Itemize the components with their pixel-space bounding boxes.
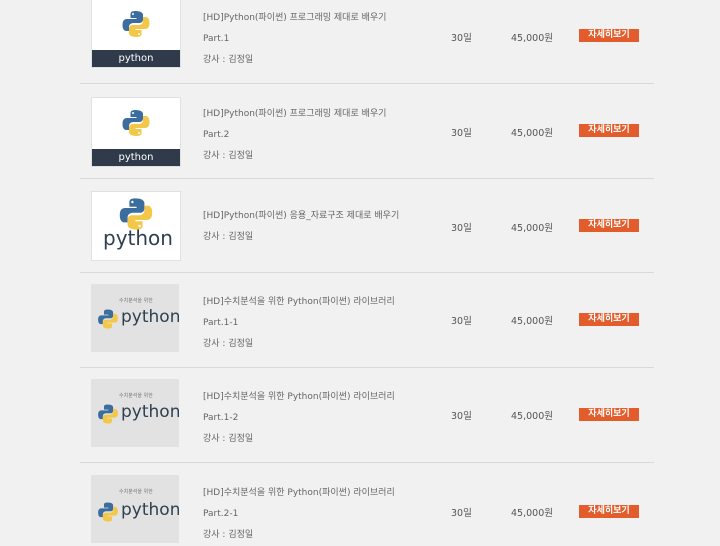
course-title[interactable]: [HD]Python(파이썬) 응용_자료구조 제대로 배우기: [203, 206, 399, 227]
course-instructor: 강사 : 김정일: [203, 232, 254, 242]
course-period: 30일: [451, 33, 472, 44]
course-period: 30일: [451, 508, 472, 519]
course-instructor: 강사 : 김정일: [203, 339, 254, 349]
course-info: [HD]수치분석을 위한 Python(파이썬) 라이브러리 Part.2-1 …: [203, 483, 395, 546]
detail-button[interactable]: 자세히보기: [579, 124, 639, 137]
course-instructor: 강사 : 김정일: [203, 434, 254, 444]
course-thumbnail[interactable]: python: [91, 0, 181, 68]
course-thumbnail[interactable]: python: [91, 191, 181, 261]
detail-button[interactable]: 자세히보기: [579, 29, 639, 42]
detail-button[interactable]: 자세히보기: [579, 505, 639, 518]
python-logo-icon: [98, 309, 118, 329]
course-title[interactable]: [HD]Python(파이썬) 프로그래밍 제대로 배우기: [203, 8, 386, 29]
course-part: Part.1-1: [203, 318, 239, 328]
course-thumbnail[interactable]: 수치분석을 위한 python: [91, 284, 179, 352]
course-price: 45,000원: [511, 316, 553, 327]
thumbnail-caption: python: [103, 226, 173, 250]
course-instructor: 강사 : 김정일: [203, 151, 254, 161]
course-title[interactable]: [HD]수치분석을 위한 Python(파이썬) 라이브러리: [203, 483, 395, 504]
course-title[interactable]: [HD]수치분석을 위한 Python(파이썬) 라이브러리: [203, 387, 395, 408]
course-price: 45,000원: [511, 508, 553, 519]
course-instructor: 강사 : 김정일: [203, 55, 254, 65]
detail-button[interactable]: 자세히보기: [579, 219, 639, 232]
course-period: 30일: [451, 223, 472, 234]
detail-button[interactable]: 자세히보기: [579, 313, 639, 326]
course-info: [HD]Python(파이썬) 응용_자료구조 제대로 배우기 강사 : 김정일: [203, 206, 399, 248]
course-price: 45,000원: [511, 33, 553, 44]
thumbnail-note: 수치분석을 위한: [119, 298, 153, 304]
thumbnail-caption: python: [121, 307, 179, 327]
course-price: 45,000원: [511, 411, 553, 422]
course-info: [HD]Python(파이썬) 프로그래밍 제대로 배우기 Part.2 강사 …: [203, 104, 386, 167]
course-period: 30일: [451, 411, 472, 422]
course-thumbnail[interactable]: 수치분석을 위한 python: [91, 475, 179, 543]
course-part: Part.1: [203, 34, 230, 44]
python-logo-icon: [122, 110, 150, 136]
thumbnail-caption: python: [92, 149, 180, 166]
course-instructor: 강사 : 김정일: [203, 530, 254, 540]
course-info: [HD]Python(파이썬) 프로그래밍 제대로 배우기 Part.1 강사 …: [203, 8, 386, 71]
course-info: [HD]수치분석을 위한 Python(파이썬) 라이브러리 Part.1-2 …: [203, 387, 395, 450]
python-logo-icon: [98, 502, 118, 522]
detail-button[interactable]: 자세히보기: [579, 408, 639, 421]
course-period: 30일: [451, 128, 472, 139]
course-row: python [HD]Python(파이썬) 프로그래밍 제대로 배우기 Par…: [80, 0, 654, 84]
course-part: Part.1-2: [203, 413, 239, 423]
course-row: 수치분석을 위한 python [HD]수치분석을 위한 Python(파이썬)…: [80, 273, 654, 368]
course-row: 수치분석을 위한 python [HD]수치분석을 위한 Python(파이썬)…: [80, 368, 654, 463]
course-price: 45,000원: [511, 128, 553, 139]
course-row: python [HD]Python(파이썬) 프로그래밍 제대로 배우기 Par…: [80, 84, 654, 179]
course-row: 수치분석을 위한 python [HD]수치분석을 위한 Python(파이썬)…: [80, 463, 654, 543]
python-logo-icon: [122, 11, 150, 37]
course-part: Part.2: [203, 130, 230, 140]
course-price: 45,000원: [511, 223, 553, 234]
course-part: Part.2-1: [203, 509, 239, 519]
course-title[interactable]: [HD]Python(파이썬) 프로그래밍 제대로 배우기: [203, 104, 386, 125]
python-logo-icon: [98, 404, 118, 424]
thumbnail-caption: python: [121, 402, 179, 422]
course-row: python [HD]Python(파이썬) 응용_자료구조 제대로 배우기 강…: [80, 179, 654, 273]
course-info: [HD]수치분석을 위한 Python(파이썬) 라이브러리 Part.1-1 …: [203, 292, 395, 355]
thumbnail-caption: python: [92, 50, 180, 67]
course-title[interactable]: [HD]수치분석을 위한 Python(파이썬) 라이브러리: [203, 292, 395, 313]
course-period: 30일: [451, 316, 472, 327]
course-thumbnail[interactable]: 수치분석을 위한 python: [91, 379, 179, 447]
course-list: python [HD]Python(파이썬) 프로그래밍 제대로 배우기 Par…: [0, 0, 720, 543]
thumbnail-note: 수치분석을 위한: [119, 393, 153, 399]
thumbnail-caption: python: [121, 500, 179, 520]
course-thumbnail[interactable]: python: [91, 97, 181, 167]
thumbnail-note: 수치분석을 위한: [119, 489, 153, 495]
